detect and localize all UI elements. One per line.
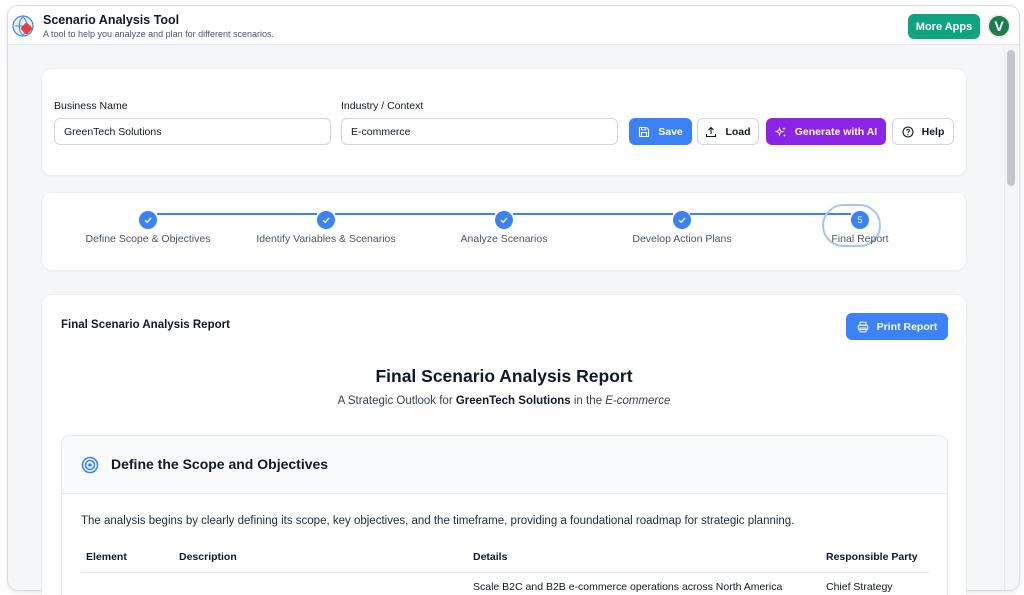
column-header-element: Element xyxy=(86,551,127,563)
check-icon xyxy=(322,217,330,224)
scrollbar-thumb[interactable] xyxy=(1007,50,1015,186)
subtitle-business: GreenTech Solutions xyxy=(455,395,571,407)
scope-objectives-section: Define the Scope and Objectives The anal… xyxy=(61,435,948,595)
help-button[interactable]: Help xyxy=(892,118,954,145)
step-2-complete[interactable] xyxy=(317,211,335,229)
step-number: 5 xyxy=(857,215,863,225)
print-report-label: Print Report xyxy=(876,320,938,333)
target-icon xyxy=(81,456,99,474)
subtitle-prefix: A Strategic Outlook for xyxy=(337,395,453,407)
section-intro: The analysis begins by clearly defining … xyxy=(81,515,795,527)
check-icon xyxy=(678,217,686,224)
check-icon xyxy=(500,217,508,224)
step-connector xyxy=(157,213,317,215)
step-label-develop-action-plans[interactable]: Develop Action Plans xyxy=(632,233,731,245)
section-header: Define the Scope and Objectives xyxy=(62,436,947,494)
generate-label: Generate with AI xyxy=(794,125,878,138)
printer-icon xyxy=(857,321,868,332)
step-4-complete[interactable] xyxy=(673,211,691,229)
subtitle-middle: in the xyxy=(573,395,603,407)
subtitle-industry: E-commerce xyxy=(605,395,671,407)
save-button[interactable]: Save xyxy=(629,118,692,145)
more-apps-button[interactable]: More Apps xyxy=(908,14,980,39)
step-3-complete[interactable] xyxy=(495,211,513,229)
load-button[interactable]: Load xyxy=(697,118,759,145)
save-label: Save xyxy=(658,125,683,138)
app-title: Scenario Analysis Tool xyxy=(43,13,180,27)
business-name-label: Business Name xyxy=(54,100,128,112)
generate-with-ai-button[interactable]: Generate with AI xyxy=(766,118,886,145)
column-header-responsible-party: Responsible Party xyxy=(826,551,918,563)
report-card-title: Final Scenario Analysis Report xyxy=(61,319,230,331)
app-logo-icon xyxy=(12,15,34,37)
step-1-complete[interactable] xyxy=(139,211,157,229)
column-header-description: Description xyxy=(179,551,237,563)
app-header: Scenario Analysis Tool A tool to help yo… xyxy=(8,6,1019,45)
report-title: Final Scenario Analysis Report xyxy=(375,366,633,386)
industry-label: Industry / Context xyxy=(341,100,424,112)
help-circle-icon xyxy=(902,125,914,138)
table-cell-responsible: Chief Strategy xyxy=(826,581,893,593)
step-connector xyxy=(335,213,495,215)
business-name-input[interactable] xyxy=(54,118,331,145)
check-icon xyxy=(144,217,152,224)
report-subtitle: A Strategic Outlook for GreenTech Soluti… xyxy=(42,395,966,407)
app-subtitle: A tool to help you analyze and plan for … xyxy=(43,29,274,39)
industry-input[interactable] xyxy=(341,118,618,145)
table-cell-details: Scale B2C and B2B e-commerce operations … xyxy=(473,581,783,593)
step-label-analyze-scenarios[interactable]: Analyze Scenarios xyxy=(461,233,548,245)
step-connector xyxy=(513,213,673,215)
step-label-identify-variables[interactable]: Identify Variables & Scenarios xyxy=(256,233,395,245)
sparkles-icon xyxy=(774,125,786,137)
upload-icon xyxy=(706,126,717,137)
table-header-divider xyxy=(81,572,929,573)
load-label: Load xyxy=(725,125,751,138)
step-label-define-scope[interactable]: Define Scope & Objectives xyxy=(86,233,211,245)
print-report-button[interactable]: Print Report xyxy=(846,313,948,340)
step-5-current[interactable]: 5 xyxy=(851,211,869,229)
help-label: Help xyxy=(921,125,945,138)
step-label-final-report[interactable]: Final Report xyxy=(831,233,888,245)
user-avatar[interactable]: V xyxy=(987,14,1011,38)
floppy-disk-icon xyxy=(639,126,650,137)
column-header-details: Details xyxy=(473,551,508,563)
section-heading: Define the Scope and Objectives xyxy=(111,456,329,472)
